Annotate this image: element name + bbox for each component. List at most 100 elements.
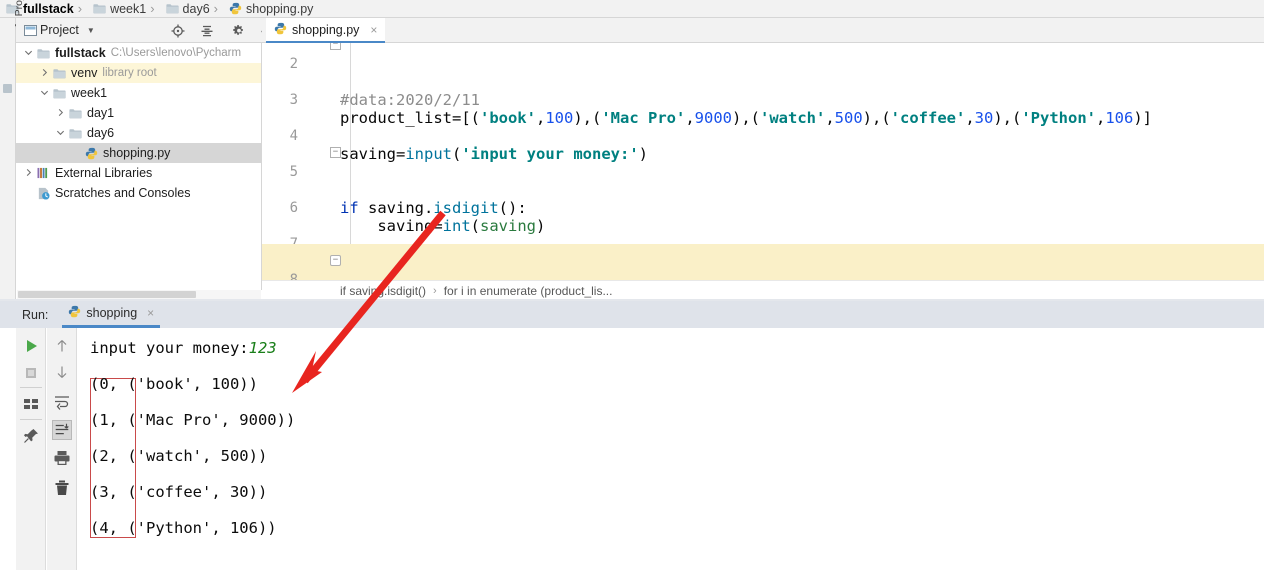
tree-item-fullstack[interactable]: fullstack C:\Users\lenovo\Pycharm — [16, 43, 261, 63]
tree-item-venv[interactable]: venv library root — [16, 63, 261, 83]
chevron-down-icon[interactable] — [38, 88, 51, 99]
window-breadcrumb: fullstack week1 day6 shopping.py — [0, 0, 1264, 18]
console-user-input: 123 — [248, 339, 277, 357]
close-icon[interactable]: × — [370, 23, 377, 37]
tree-item-week1[interactable]: week1 — [16, 83, 261, 103]
tree-item-shopping-py[interactable]: shopping.py — [16, 143, 261, 163]
console-prompt-text: input your money: — [90, 339, 249, 357]
console-output-line: (1, ('Mac Pro', 9000)) — [90, 411, 296, 429]
editor-breadcrumb-item[interactable]: if saving.isdigit() — [340, 284, 426, 298]
code-line-4[interactable]: 4 saving=input('input your money:') — [262, 100, 1264, 163]
chevron-down-icon[interactable] — [22, 48, 35, 59]
breadcrumb-item-shopping-py[interactable]: shopping.py — [210, 1, 314, 16]
code-line-8[interactable]: 8 − print(i) — [262, 244, 1264, 280]
collapse-all-icon[interactable] — [200, 24, 213, 37]
editor-tab-shopping-py[interactable]: shopping.py × — [266, 18, 386, 43]
chevron-right-icon[interactable] — [22, 168, 35, 179]
tree-item-label: fullstack — [55, 46, 106, 60]
trash-icon[interactable] — [52, 478, 72, 498]
arrow-down-icon[interactable] — [52, 362, 72, 382]
scratches-icon — [37, 187, 50, 200]
tree-item-scratches-and-consoles[interactable]: Scratches and Consoles — [16, 183, 261, 203]
toolbar-divider — [20, 419, 42, 420]
folder-icon — [53, 68, 66, 79]
folder-icon — [53, 88, 66, 99]
code-line-7[interactable]: 7 for i in enumerate (product_list): — [262, 208, 1264, 273]
tree-item-sublabel: C:\Users\lenovo\Pycharm — [110, 47, 242, 59]
editor-breadcrumb-item[interactable]: for i in enumerate (product_lis... — [444, 284, 613, 298]
breadcrumb-item-label: fullstack — [23, 1, 74, 16]
library-icon — [37, 167, 50, 179]
soft-wrap-icon[interactable] — [52, 392, 72, 412]
arrow-up-icon[interactable] — [52, 336, 72, 356]
chevron-right-icon[interactable] — [54, 108, 67, 119]
chevron-down-icon[interactable] — [54, 128, 67, 139]
close-icon[interactable]: × — [147, 306, 154, 320]
code-line-3[interactable]: 3 product_list=[('book',100),('Mac Pro',… — [262, 64, 1264, 127]
locate-icon[interactable] — [171, 24, 185, 38]
editor-tab-bar: shopping.py × — [262, 18, 1264, 43]
folder-icon — [165, 3, 179, 14]
tree-item-external-libraries[interactable]: External Libraries — [16, 163, 261, 183]
scrollbar-thumb[interactable] — [18, 291, 196, 298]
fold-marker-icon[interactable]: − — [330, 43, 341, 50]
project-tree-hscrollbar[interactable] — [17, 290, 261, 299]
project-tree[interactable]: fullstack C:\Users\lenovo\Pycharm venv libr… — [16, 43, 262, 290]
code-line-5[interactable]: 5 − if saving.isdigit(): — [262, 136, 1264, 217]
python-file-icon — [229, 2, 242, 15]
python-file-icon — [274, 22, 287, 38]
pycharm-window: fullstackweek1day6shopping.py 1: Project… — [0, 0, 1264, 570]
folder-icon — [37, 48, 50, 59]
toolbar-divider — [20, 387, 42, 388]
chevron-right-icon[interactable] — [38, 68, 51, 79]
fold-marker-icon[interactable]: − — [330, 147, 341, 158]
pin-icon[interactable] — [21, 426, 41, 446]
run-toolbar-primary — [16, 328, 46, 570]
tree-item-label: week1 — [71, 86, 108, 100]
stop-icon[interactable] — [21, 363, 41, 383]
breadcrumb-item-week1[interactable]: week1 — [74, 1, 146, 16]
run-toolbar-secondary — [47, 328, 77, 570]
chevron-down-icon[interactable]: ▼ — [87, 26, 95, 35]
console-output[interactable]: input your money:123 (0, ('book', 100)) (1… — [78, 328, 1264, 570]
tree-item-label: External Libraries — [55, 166, 153, 180]
tree-item-day1[interactable]: day1 — [16, 103, 261, 123]
project-strip-icon — [3, 84, 12, 93]
console-output-line: (3, ('coffee', 30)) — [90, 483, 268, 501]
breadcrumb-separator-icon: › — [433, 284, 437, 297]
editor-tab-label: shopping.py — [292, 22, 360, 37]
run-panel-label: Run: — [22, 307, 49, 322]
print-icon[interactable] — [52, 448, 72, 468]
code-editor[interactable]: 2 − #data:2020/2/11 3 product_list=[('bo… — [262, 43, 1264, 280]
breadcrumb-item-label: week1 — [110, 1, 147, 16]
folder-icon — [93, 3, 106, 14]
console-view-icon[interactable] — [21, 394, 41, 414]
tree-item-label: day1 — [87, 106, 115, 120]
tree-item-label: shopping.py — [103, 146, 171, 160]
line-number: 8 — [289, 272, 298, 280]
folder-icon — [69, 108, 82, 119]
breakpoint-fold-icon[interactable]: − — [330, 255, 341, 266]
gear-icon[interactable] — [232, 24, 245, 37]
tree-item-label: venv — [71, 66, 98, 80]
tree-item-day6[interactable]: day6 — [16, 123, 261, 143]
console-output-line: (0, ('book', 100)) — [90, 375, 258, 393]
project-panel-title: Project — [40, 23, 79, 37]
project-window-icon — [24, 24, 37, 37]
run-panel-header: Run: shopping × — [0, 301, 1264, 328]
project-panel-header: Project ▼ — [16, 18, 271, 43]
tree-item-label: Scratches and Consoles — [55, 186, 191, 200]
editor-breadcrumb: if saving.isdigit() › for i in enumerate (… — [262, 280, 1264, 300]
folder-icon — [69, 128, 82, 139]
code-line-2[interactable]: 2 − #data:2020/2/11 — [262, 43, 1264, 109]
code-line-6[interactable]: 6 saving=int(saving) — [262, 172, 1264, 235]
tree-item-sublabel: library root — [102, 67, 157, 79]
rerun-icon[interactable] — [21, 336, 41, 356]
breadcrumb-item-label: shopping.py — [246, 1, 314, 16]
console-output-line: (4, ('Python', 106)) — [90, 519, 277, 537]
breadcrumb-item-day6[interactable]: day6 — [146, 1, 210, 16]
tree-item-label: day6 — [87, 126, 115, 140]
scroll-to-end-icon[interactable] — [52, 420, 72, 440]
python-file-icon — [68, 305, 81, 321]
run-tab-shopping[interactable]: shopping × — [62, 301, 161, 328]
